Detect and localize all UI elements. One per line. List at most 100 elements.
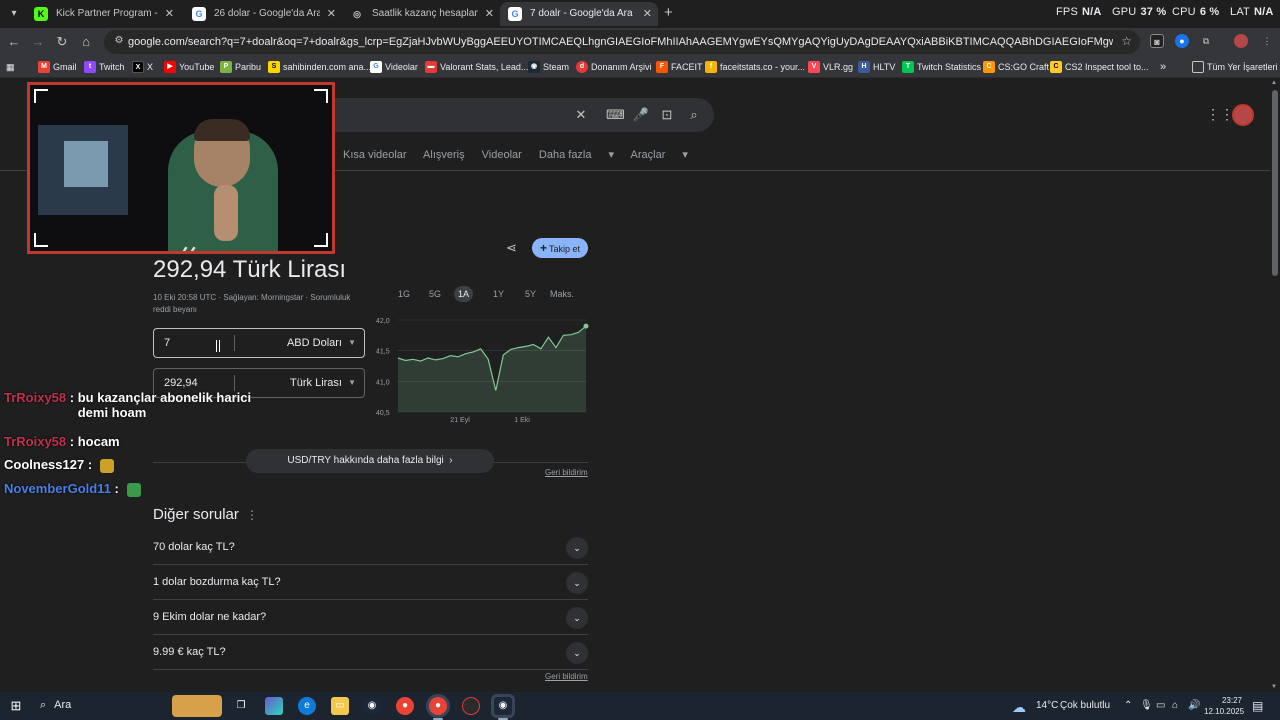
- tab-more[interactable]: Daha fazla ▾: [539, 149, 614, 161]
- question-row[interactable]: 9 Ekim dolar ne kadar? ⌄: [153, 600, 588, 635]
- feedback-link[interactable]: Geri bildirim: [545, 468, 588, 477]
- microphone-icon[interactable]: 🎤: [632, 106, 650, 124]
- from-currency-select[interactable]: ABD Doları: [287, 329, 342, 357]
- forward-icon[interactable]: →: [28, 32, 48, 52]
- windows-start-icon[interactable]: ⊞: [7, 697, 25, 715]
- bookmark-videolar[interactable]: G Videolar: [370, 59, 418, 75]
- usd-try-chart[interactable]: 42,0 41,5 41,0 40,5 21 Eyl 1 Eki: [368, 314, 590, 424]
- bookmark-twitch[interactable]: t Twitch: [84, 59, 125, 75]
- bookmark-csgo-craft[interactable]: C CS:GO Craft: [983, 59, 1049, 75]
- from-amount-field[interactable]: 7 ABD Doları ▼: [153, 328, 365, 358]
- close-tab-icon[interactable]: ✕: [165, 2, 174, 26]
- extensions-puzzle-icon[interactable]: ⧉: [1199, 34, 1213, 48]
- all-bookmarks-folder[interactable]: Tüm Yer İşaretleri: [1192, 59, 1278, 75]
- bookmark-paribu[interactable]: P Paribu: [220, 59, 261, 75]
- google-search-box[interactable]: ✕ ⌨ 🎤 ⊡ ⌕: [300, 98, 714, 132]
- widget-image[interactable]: [172, 695, 222, 717]
- network-icon[interactable]: ⌂: [1172, 700, 1178, 711]
- chevron-down-icon[interactable]: ⌄: [566, 572, 588, 594]
- profile-avatar[interactable]: [1234, 34, 1248, 48]
- range-1m[interactable]: 1A: [454, 286, 474, 302]
- microphone-icon[interactable]: 🎙: [1140, 700, 1153, 711]
- scroll-up-icon[interactable]: ▲: [1271, 80, 1277, 86]
- bookmark-donanim-arsivi[interactable]: d Donanım Arşivi: [576, 59, 652, 75]
- tab-short-videos[interactable]: Kısa videolar: [343, 149, 407, 161]
- file-explorer-icon[interactable]: ▭: [331, 697, 349, 715]
- scrollbar-thumb[interactable]: [1272, 90, 1278, 276]
- copilot-icon[interactable]: [265, 697, 283, 715]
- feedback-link[interactable]: Geri bildirim: [545, 672, 588, 681]
- bookmark-star-icon[interactable]: ☆: [1121, 34, 1132, 48]
- bookmark-youtube[interactable]: ▶ YouTube: [164, 59, 214, 75]
- taskbar-clock[interactable]: 23:27 12.10.2025: [1204, 695, 1244, 717]
- range-5y[interactable]: 5Y: [521, 286, 540, 302]
- new-tab-button[interactable]: +: [664, 4, 673, 21]
- follow-button[interactable]: + Takip et: [532, 238, 588, 258]
- chevron-down-icon[interactable]: ▼: [348, 369, 356, 397]
- address-bar[interactable]: ⚙ google.com/search?q=7+doalr&oq=7+doalr…: [104, 30, 1140, 54]
- from-amount-value[interactable]: 7: [164, 329, 170, 357]
- bookmark-cs2-inspect[interactable]: C CS2 Inspect tool to...: [1050, 59, 1149, 75]
- lens-icon[interactable]: ⊡: [658, 106, 676, 124]
- reload-icon[interactable]: ↻: [52, 32, 72, 52]
- steam-icon[interactable]: ◉: [363, 697, 381, 715]
- notification-icon[interactable]: ▤: [1252, 699, 1263, 713]
- chrome-icon[interactable]: ●: [396, 697, 414, 715]
- more-bookmarks-icon[interactable]: »: [1160, 59, 1166, 75]
- avatar[interactable]: [1232, 104, 1254, 126]
- chrome-icon[interactable]: ●: [429, 697, 447, 715]
- url-text[interactable]: google.com/search?q=7+doalr&oq=7+doalr&g…: [128, 30, 1113, 54]
- bookmark-steam[interactable]: ◉ Steam: [528, 59, 569, 75]
- chevron-up-icon[interactable]: ⌃: [1124, 700, 1132, 711]
- tab-saatlik-kazanc[interactable]: ◎ Saatlik kazanç hesaplama ✕: [342, 2, 500, 26]
- search-icon[interactable]: ⌕: [685, 106, 703, 124]
- bookmark-hltv[interactable]: H HLTV: [858, 59, 895, 75]
- tab-shopping[interactable]: Alışveriş: [423, 149, 465, 161]
- tab-7-doalr[interactable]: G 7 doalr - Google'da Ara ✕: [500, 2, 658, 26]
- chevron-down-icon[interactable]: ⌄: [566, 642, 588, 664]
- bookmark-sahibinden[interactable]: Ssahibinden.com ana...: [268, 59, 371, 75]
- page-scrollbar[interactable]: ▲ ▼: [1270, 78, 1280, 692]
- range-5d[interactable]: 5G: [425, 286, 445, 302]
- extension-icon[interactable]: ●: [1175, 34, 1189, 48]
- range-1y[interactable]: 1Y: [489, 286, 508, 302]
- close-tab-icon[interactable]: ✕: [485, 2, 494, 26]
- keyboard-icon[interactable]: ⌨: [606, 106, 625, 124]
- weather-desc[interactable]: Çok bulutlu: [1060, 700, 1110, 711]
- more-menu-icon[interactable]: ⋮: [1260, 34, 1274, 48]
- site-info-icon[interactable]: ⚙: [112, 34, 126, 48]
- close-tab-icon[interactable]: ✕: [643, 2, 652, 26]
- tab-search-menu-icon[interactable]: ▾: [6, 6, 22, 22]
- weather-cloud-icon[interactable]: ☁: [1012, 699, 1026, 716]
- bookmark-faceit[interactable]: F FACEIT: [656, 59, 703, 75]
- tab-tools[interactable]: Araçlar ▾: [631, 149, 688, 161]
- scroll-down-icon[interactable]: ▼: [1271, 684, 1277, 690]
- bookmark-gmail[interactable]: M Gmail: [38, 59, 77, 75]
- more-options-icon[interactable]: ⋮: [246, 508, 258, 522]
- extension-icon[interactable]: ◙: [1150, 34, 1164, 48]
- weather-temp[interactable]: 14°C: [1036, 700, 1058, 711]
- chevron-down-icon[interactable]: ⌄: [566, 537, 588, 559]
- back-icon[interactable]: ←: [4, 32, 24, 52]
- task-view-icon[interactable]: ❐: [232, 697, 250, 715]
- steam-icon[interactable]: ◉: [494, 697, 512, 715]
- bookmark-valorant-stats[interactable]: ▬ Valorant Stats, Lead...: [425, 59, 528, 75]
- bookmark-vlr[interactable]: V VLR.gg: [808, 59, 853, 75]
- google-apps-icon[interactable]: ⋮⋮: [1206, 106, 1234, 122]
- apps-grid-icon[interactable]: ▦: [6, 59, 15, 75]
- tab-26-dolar[interactable]: G 26 dolar - Google'da Ara ✕: [184, 2, 342, 26]
- bookmark-faceitstats[interactable]: f faceitstats.co - your...: [705, 59, 805, 75]
- close-tab-icon[interactable]: ✕: [327, 2, 336, 26]
- range-max[interactable]: Maks.: [546, 286, 578, 302]
- share-icon[interactable]: ⋖: [506, 240, 517, 256]
- to-currency-select[interactable]: Türk Lirası: [290, 369, 342, 397]
- display-icon[interactable]: ▭: [1156, 700, 1165, 711]
- clear-search-icon[interactable]: ✕: [572, 106, 590, 124]
- tab-kick-partner[interactable]: K Kick Partner Program - Kick Da ✕: [26, 2, 180, 26]
- bookmark-x[interactable]: XX: [132, 59, 153, 75]
- bookmark-twitch-statistics[interactable]: T Twitch Statistics: [902, 59, 981, 75]
- more-info-button[interactable]: USD/TRY hakkında daha fazla bilgi ›: [246, 449, 494, 473]
- home-icon[interactable]: ⌂: [76, 32, 96, 52]
- chevron-down-icon[interactable]: ⌄: [566, 607, 588, 629]
- question-row[interactable]: 9.99 € kaç TL? ⌄: [153, 635, 588, 670]
